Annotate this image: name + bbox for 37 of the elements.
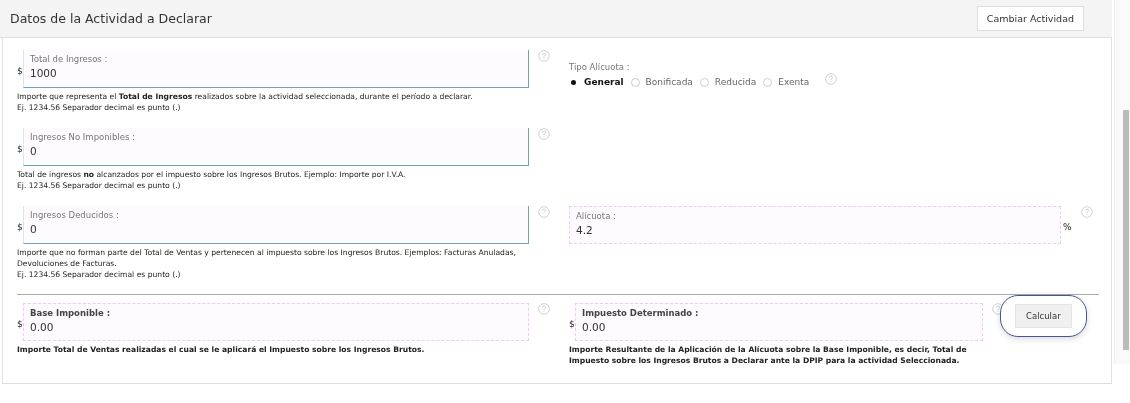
radio-option[interactable]: Reducida — [699, 77, 757, 87]
radio-icon[interactable] — [699, 77, 709, 87]
currency-symbol: $ — [17, 222, 23, 232]
change-activity-button[interactable]: Cambiar Actividad — [976, 6, 1084, 31]
field-label: Impuesto Determinado : — [582, 308, 700, 318]
amount-field[interactable]: Impuesto Determinado : 0.00 — [575, 303, 983, 341]
rate-field[interactable]: Alícuota : 4.2 — [569, 206, 1061, 244]
currency-symbol: $ — [17, 66, 23, 76]
amount-input[interactable]: 0.00 — [582, 318, 976, 333]
radio-icon[interactable] — [630, 77, 640, 87]
calculate-button[interactable]: Calcular — [1015, 304, 1072, 328]
currency-symbol: $ — [569, 319, 575, 329]
scrollbar-thumb[interactable] — [1123, 110, 1129, 350]
field-label: Total de Ingresos : — [30, 54, 109, 64]
amount-field[interactable]: Ingresos Deducidos : 0 — [23, 206, 529, 244]
field-label: Base Imponible : — [30, 308, 112, 318]
amount-input[interactable]: 0 — [30, 142, 522, 157]
radio-icon[interactable] — [763, 77, 773, 87]
field-label: Ingresos Deducidos : — [30, 210, 120, 220]
amount-input[interactable]: 0 — [30, 220, 522, 235]
amount-field[interactable]: Ingresos No Imponibles : 0 — [23, 128, 529, 166]
rate-input[interactable]: 4.2 — [576, 221, 1054, 236]
panel-title: Datos de la Actividad a Declarar — [10, 11, 212, 26]
amount-field[interactable]: Base Imponible : 0.00 — [23, 303, 529, 341]
currency-symbol: $ — [17, 144, 23, 154]
field-label: Ingresos No Imponibles : — [30, 132, 136, 142]
amount-input[interactable]: 1000 — [30, 64, 522, 79]
currency-symbol: $ — [17, 319, 23, 329]
radio-option[interactable]: General — [569, 77, 624, 87]
amount-field[interactable]: Total de Ingresos : 1000 — [23, 50, 529, 88]
radio-option[interactable]: Exenta — [763, 77, 810, 87]
help-icon[interactable] — [992, 303, 1004, 315]
percent-symbol: % — [1063, 222, 1072, 232]
radio-group-label: Tipo Alícuota : — [569, 62, 631, 72]
radio-option[interactable]: Bonificada — [630, 77, 693, 87]
amount-input[interactable]: 0.00 — [30, 318, 522, 333]
field-label: Alícuota : — [576, 211, 617, 221]
